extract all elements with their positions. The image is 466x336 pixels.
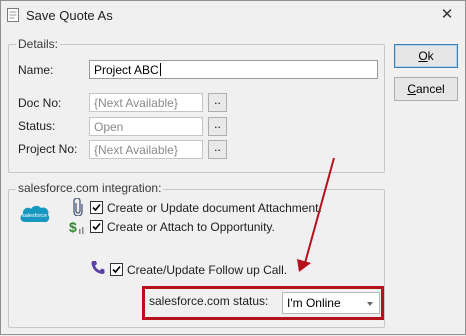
cancel-button[interactable]: Cancel [394, 77, 458, 101]
paperclip-icon [73, 198, 83, 216]
salesforce-legend: salesforce.com integration: [16, 181, 164, 195]
name-input[interactable]: Project ABC [89, 60, 378, 79]
opportunity-dollar-icon: $ [69, 219, 84, 235]
status-value: Open [94, 120, 124, 134]
check-icon [92, 203, 101, 212]
dialog-window: Save Quote As ✕ Details: Name: Project A… [0, 0, 466, 335]
doc-no-input[interactable]: {Next Available} [89, 93, 203, 112]
attachment-checkbox[interactable] [90, 201, 103, 214]
check-icon [92, 222, 101, 231]
close-icon: ✕ [440, 6, 454, 23]
text-caret [159, 63, 161, 76]
doc-no-value: {Next Available} [94, 96, 178, 110]
details-legend: Details: [16, 37, 61, 51]
doc-no-label: Doc No: [18, 96, 62, 110]
status-input[interactable]: Open [89, 117, 203, 136]
phone-icon [91, 261, 105, 274]
project-no-value: {Next Available} [94, 143, 178, 157]
followup-label[interactable]: Create/Update Follow up Call. [127, 263, 287, 277]
opportunity-label[interactable]: Create or Attach to Opportunity. [107, 220, 275, 234]
project-no-label: Project No: [18, 142, 78, 156]
dropdown-arrow-icon [367, 302, 373, 306]
title-bar: Save Quote As ✕ [1, 1, 465, 30]
doc-no-browse-button[interactable]: .. [208, 93, 227, 112]
ok-button[interactable]: Ok [394, 44, 458, 68]
window-title: Save Quote As [26, 8, 113, 23]
name-input-value: Project ABC [94, 63, 159, 77]
salesforce-status-label: salesforce.com status: [149, 294, 269, 308]
app-icon [7, 8, 19, 22]
name-label: Name: [18, 63, 54, 77]
opportunity-checkbox[interactable] [90, 220, 103, 233]
salesforce-status-dropdown[interactable]: I'm Online [282, 292, 380, 314]
salesforce-logo-text: salesforce [22, 213, 47, 219]
close-button[interactable]: ✕ [435, 4, 459, 26]
salesforce-logo-icon: salesforce [20, 205, 50, 223]
followup-checkbox[interactable] [110, 263, 123, 276]
cancel-mnemonic: C [407, 82, 416, 96]
svg-text:$: $ [69, 219, 77, 235]
cancel-label-rest: ancel [415, 82, 445, 96]
salesforce-status-value: I'm Online [287, 296, 341, 310]
ok-label-rest: k [427, 49, 434, 63]
project-no-input[interactable]: {Next Available} [89, 140, 203, 159]
status-label: Status: [18, 119, 56, 133]
project-no-browse-button[interactable]: .. [208, 140, 227, 159]
check-icon [112, 265, 121, 274]
status-browse-button[interactable]: .. [208, 117, 227, 136]
ok-mnemonic: O [418, 49, 428, 63]
attachment-label[interactable]: Create or Update document Attachment. [107, 201, 322, 215]
